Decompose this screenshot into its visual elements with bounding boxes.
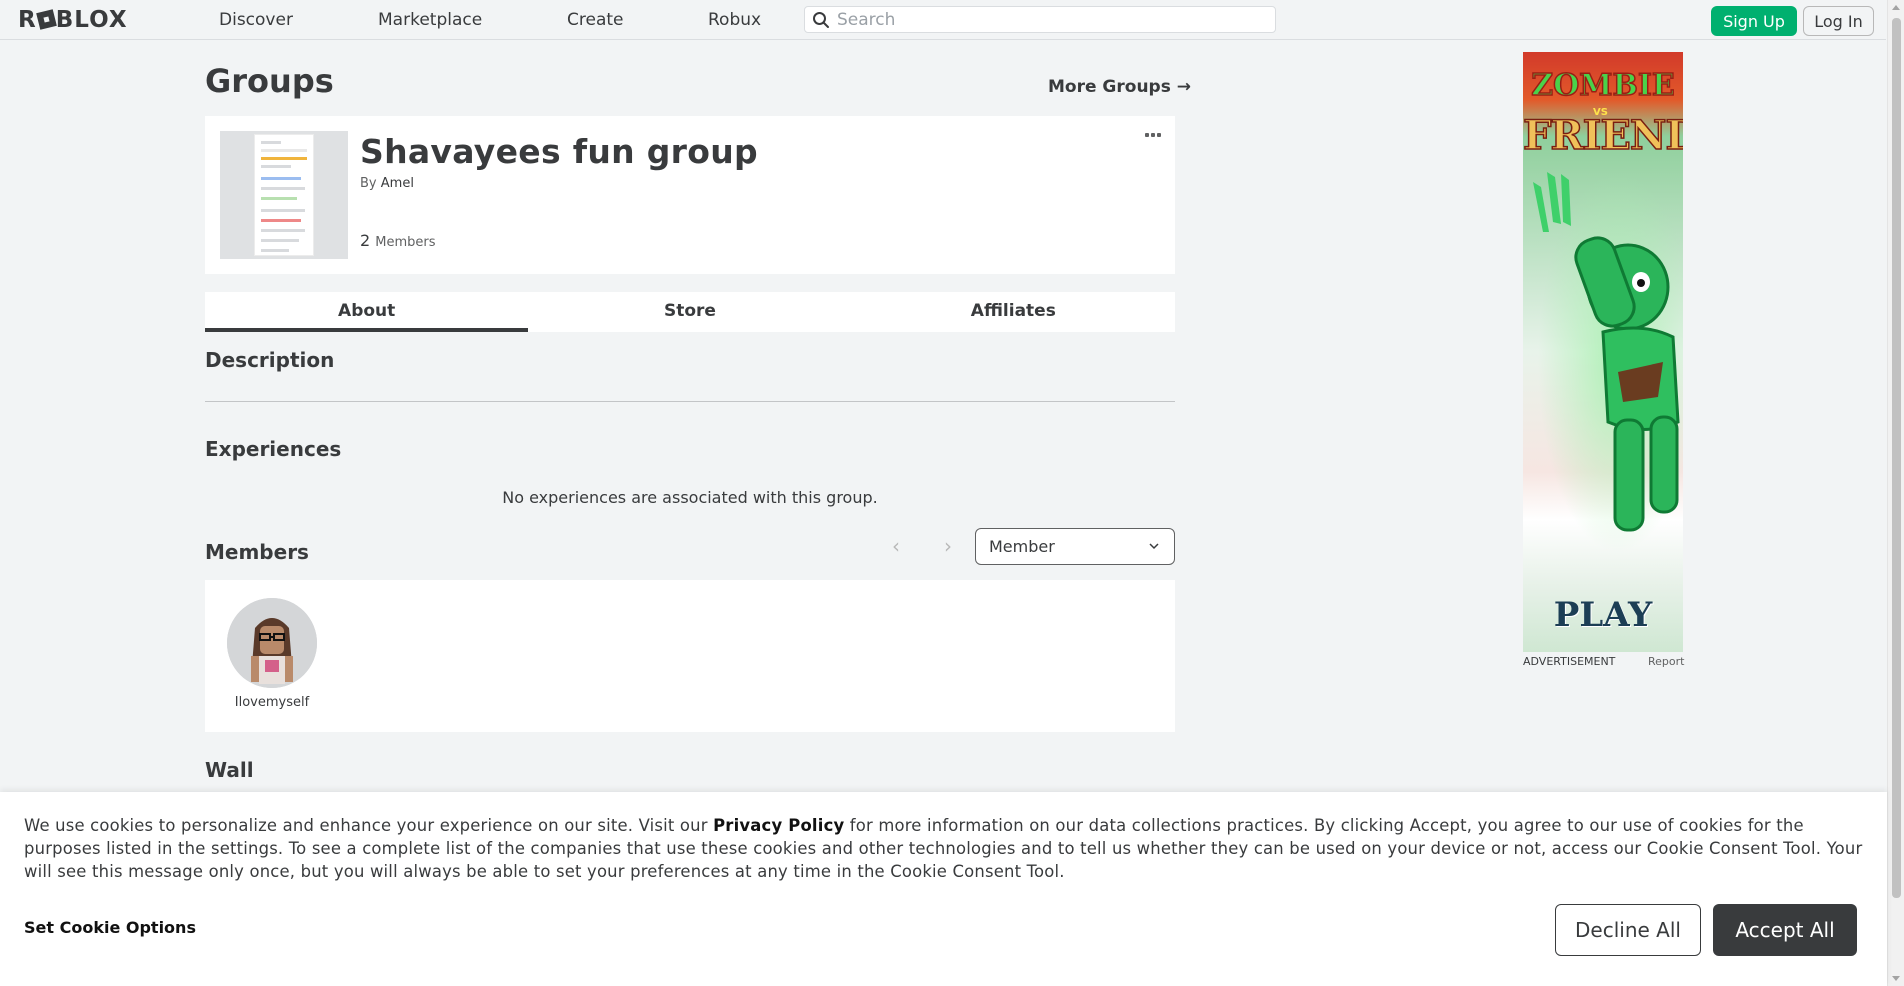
nav-robux[interactable]: Robux [708, 10, 761, 30]
more-groups-link[interactable]: More Groups → [1048, 77, 1191, 97]
cookie-text-before: We use cookies to personalize and enhanc… [24, 816, 714, 835]
ad-headline-bottom: FRIEND [1523, 111, 1683, 160]
members-next-page-icon[interactable]: › [940, 536, 956, 556]
group-name: Shavayees fun group [360, 132, 758, 171]
description-heading: Description [205, 348, 335, 372]
ad-play-text: PLAY [1553, 595, 1653, 635]
more-options-icon[interactable] [1145, 133, 1161, 137]
group-tabs: About Store Affiliates [205, 292, 1175, 332]
group-emblem-image [220, 131, 348, 259]
ad-zombie-character-image [1533, 172, 1683, 552]
avatar-image [227, 598, 317, 688]
roblox-logo[interactable]: R BLOX [18, 7, 128, 33]
member-username[interactable]: Ilovemyself [205, 695, 339, 710]
nav-discover[interactable]: Discover [219, 10, 293, 30]
group-owner-line: By Amel [360, 176, 414, 191]
tab-about[interactable]: About [205, 292, 529, 332]
scrollbar-thumb[interactable] [1892, 18, 1901, 898]
ad-headline-top: ZOMBIE [1531, 67, 1676, 104]
group-member-count: 2 Members [360, 231, 436, 250]
members-list: Ilovemyself [205, 580, 1175, 732]
members-prev-page-icon[interactable]: ‹ [888, 536, 904, 556]
member-role-select[interactable]: Member [975, 528, 1175, 565]
top-navigation-bar: R BLOX Discover Marketplace Create Robux … [0, 0, 1886, 40]
experiences-empty-message: No experiences are associated with this … [502, 488, 878, 507]
group-header-card: Shavayees fun group By Amel 2 Members [205, 116, 1175, 274]
advertisement-banner[interactable]: ZOMBIE VS FRIEND PLAY [1523, 52, 1683, 652]
search-input[interactable] [837, 9, 1267, 31]
wall-heading: Wall [205, 758, 254, 782]
member-count-number: 2 [360, 231, 371, 250]
set-cookie-options-link[interactable]: Set Cookie Options [24, 918, 196, 937]
members-heading: Members [205, 540, 309, 564]
accept-all-button[interactable]: Accept All [1713, 904, 1857, 956]
cookie-consent-text: We use cookies to personalize and enhanc… [24, 814, 1864, 883]
scroll-up-arrow-icon[interactable] [1892, 5, 1900, 10]
ad-report-link[interactable]: Report [1648, 655, 1684, 668]
chevron-down-icon [1149, 543, 1159, 550]
search-box[interactable] [804, 6, 1276, 33]
avatar[interactable] [227, 598, 317, 688]
nav-marketplace[interactable]: Marketplace [378, 10, 482, 30]
by-prefix: By [360, 176, 377, 191]
member-count-label: Members [375, 235, 436, 250]
tab-store[interactable]: Store [528, 292, 851, 332]
emblem-screenshot [254, 134, 314, 256]
search-icon [813, 12, 829, 28]
scroll-down-arrow-icon[interactable] [1892, 976, 1900, 981]
privacy-policy-link[interactable]: Privacy Policy [713, 816, 844, 835]
member-card[interactable]: Ilovemyself [205, 580, 339, 720]
nav-create[interactable]: Create [567, 10, 624, 30]
page-scrollbar[interactable] [1887, 0, 1904, 986]
page-title: Groups [205, 62, 334, 100]
tab-affiliates[interactable]: Affiliates [852, 292, 1175, 332]
advertisement-label: ADVERTISEMENT [1523, 655, 1616, 668]
group-owner-link[interactable]: Amel [381, 176, 414, 191]
cookie-consent-banner: We use cookies to personalize and enhanc… [0, 792, 1887, 986]
sign-up-button[interactable]: Sign Up [1711, 6, 1797, 36]
role-select-value: Member [989, 537, 1055, 556]
decline-all-button[interactable]: Decline All [1555, 904, 1701, 956]
log-in-button[interactable]: Log In [1803, 6, 1874, 36]
description-divider [205, 401, 1175, 402]
experiences-heading: Experiences [205, 437, 342, 461]
